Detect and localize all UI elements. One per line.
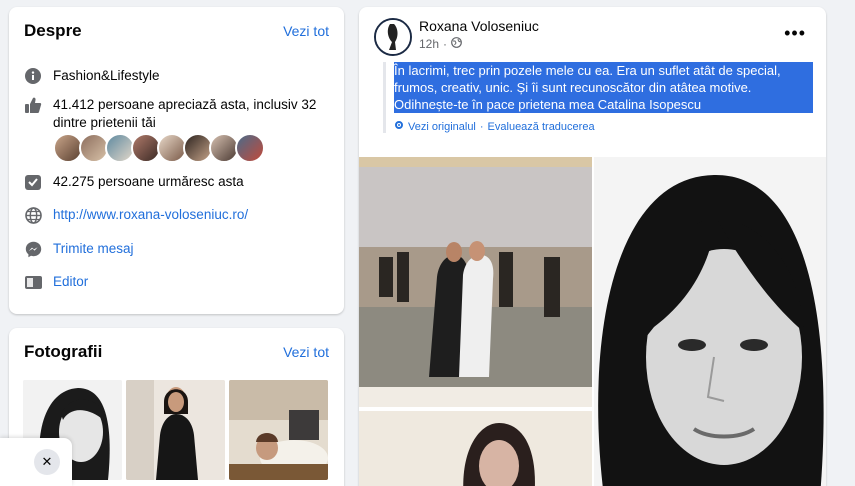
- about-category-row: Fashion&Lifestyle: [24, 67, 160, 85]
- close-glyph: ✕: [41, 454, 53, 469]
- dismiss-toast: ✕: [0, 438, 72, 486]
- photos-see-all-link[interactable]: Vezi tot: [283, 344, 329, 360]
- about-see-all-link[interactable]: Vezi tot: [283, 23, 329, 39]
- post-text-content: În lacrimi, trec prin pozele mele cu ea.…: [394, 63, 781, 112]
- send-message-link[interactable]: Trimite mesaj: [53, 240, 134, 258]
- about-title: Despre: [24, 21, 82, 40]
- messenger-icon: [24, 240, 42, 258]
- photo-thumbnail[interactable]: [229, 380, 328, 480]
- thumbs-up-icon: [24, 96, 42, 114]
- post-photo-group[interactable]: [359, 157, 592, 407]
- post-time[interactable]: 12h: [419, 37, 439, 51]
- post-meta: 12h ·: [419, 37, 462, 51]
- friend-avatars[interactable]: [53, 133, 265, 163]
- see-original-link[interactable]: Vezi originalul: [408, 121, 476, 133]
- settings-gear-icon[interactable]: [394, 120, 404, 133]
- post-text: În lacrimi, trec prin pozele mele cu ea.…: [394, 62, 813, 113]
- about-category: Fashion&Lifestyle: [53, 68, 160, 83]
- photos-title: Fotografii: [24, 342, 103, 361]
- book-icon: [24, 273, 42, 291]
- translation-bar: Vezi originalul · Evaluează traducerea: [394, 120, 813, 133]
- separator-dot: ·: [443, 37, 448, 51]
- about-website-row[interactable]: http://www.roxana-voloseniuc.ro/: [24, 206, 248, 224]
- about-website-link[interactable]: http://www.roxana-voloseniuc.ro/: [53, 206, 248, 224]
- about-likes-row: 41.412 persoane apreciază asta, inclusiv…: [24, 96, 324, 132]
- about-editor-row: Editor: [24, 273, 88, 291]
- post-photo-portrait[interactable]: [594, 157, 826, 486]
- about-message-row[interactable]: Trimite mesaj: [24, 240, 134, 258]
- rate-translation-link[interactable]: Evaluează traducerea: [488, 121, 595, 133]
- about-editor[interactable]: Editor: [53, 273, 88, 291]
- globe-icon: [24, 206, 42, 224]
- globe-icon: [451, 37, 462, 51]
- photo-thumbnail[interactable]: [126, 380, 225, 480]
- separator-dot: ·: [479, 120, 484, 133]
- about-likes: 41.412 persoane apreciază asta, inclusiv…: [53, 97, 317, 130]
- about-card: Despre Vezi tot Fashion&Lifestyle 41.412…: [9, 7, 344, 314]
- post-card: Roxana Voloseniuc 12h · ••• În lacrimi, …: [359, 7, 826, 486]
- post-body: În lacrimi, trec prin pozele mele cu ea.…: [383, 62, 813, 133]
- follow-check-icon: [24, 173, 42, 191]
- about-followers: 42.275 persoane urmăresc asta: [53, 174, 244, 189]
- blue-heart-emoji-icon: [704, 100, 717, 112]
- friend-avatar[interactable]: [235, 133, 265, 163]
- post-author-avatar[interactable]: [374, 18, 412, 56]
- close-icon[interactable]: ✕: [34, 449, 60, 475]
- post-photo-grid: [359, 157, 826, 486]
- info-icon: [24, 67, 42, 85]
- about-followers-row: 42.275 persoane urmăresc asta: [24, 173, 244, 191]
- post-photo-portrait-small[interactable]: [359, 411, 592, 486]
- more-options-icon[interactable]: •••: [784, 23, 806, 44]
- post-author-name[interactable]: Roxana Voloseniuc: [419, 18, 539, 34]
